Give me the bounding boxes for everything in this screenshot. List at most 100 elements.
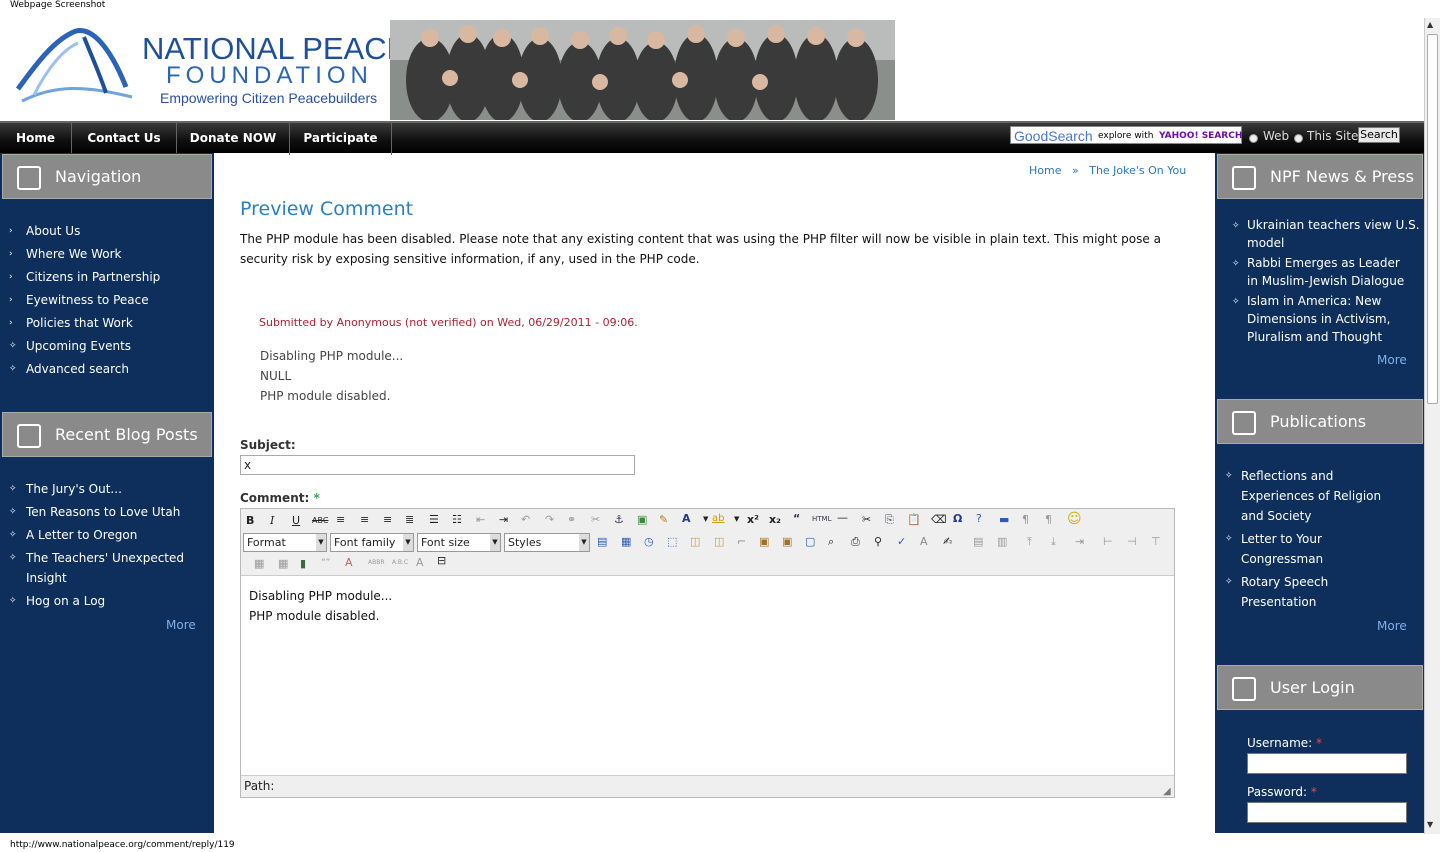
delete-row-icon[interactable]: ⇥ <box>1075 535 1084 548</box>
col-before-icon[interactable]: ⊢ <box>1103 535 1113 548</box>
nav-participate[interactable]: Participate <box>290 123 392 155</box>
undo-icon[interactable]: ↶ <box>521 513 530 526</box>
subscript-icon[interactable]: x₂ <box>769 513 781 526</box>
align-right-icon[interactable]: ≡ <box>383 513 392 526</box>
select-all-text-icon[interactable]: ▢ <box>805 535 815 548</box>
chevron-down-icon[interactable]: ▼ <box>734 515 739 523</box>
image-icon[interactable]: ▣ <box>637 513 647 526</box>
underline-icon[interactable]: U <box>292 514 300 527</box>
time-icon[interactable]: ◷ <box>644 535 654 548</box>
paste-text-icon[interactable]: ▣ <box>759 535 769 548</box>
nav-link-where-we-work[interactable]: Where We Work <box>26 244 121 264</box>
news-link[interactable]: Rabbi Emerges as Leader in Muslim-Jewish … <box>1247 254 1404 290</box>
bold-icon[interactable]: B <box>246 514 254 527</box>
table-props-icon[interactable]: ▥ <box>997 535 1007 548</box>
nav-donate-now[interactable]: Donate NOW <box>177 123 290 155</box>
breadcrumb-current[interactable]: The Joke's On You <box>1089 164 1186 177</box>
paste-icon[interactable]: 📋 <box>907 513 921 526</box>
row-after-icon[interactable]: ⤓ <box>1051 535 1056 549</box>
layer-icon[interactable]: ◫ <box>690 535 700 548</box>
cleanup-icon[interactable]: ✎ <box>659 513 668 526</box>
nav-home[interactable]: Home <box>0 123 72 155</box>
nav-link-eyewitness[interactable]: Eyewitness to Peace <box>26 290 149 310</box>
horizontal-rule-icon[interactable]: — <box>837 511 848 524</box>
find-icon[interactable]: ⌕ <box>828 535 834 549</box>
news-link[interactable]: Ukrainian teachers view U.S. model <box>1247 216 1420 252</box>
special-char-icon[interactable]: Ω <box>953 512 962 525</box>
search-replace-icon[interactable]: ⚲ <box>874 535 882 548</box>
spellcheck-icon[interactable]: ✓ <box>897 535 906 548</box>
delete-col-icon[interactable]: ⊤ <box>1151 535 1161 548</box>
password-field[interactable] <box>1247 802 1407 823</box>
html-source-icon[interactable]: HTML <box>812 515 831 523</box>
remove-color-icon[interactable]: A <box>345 556 353 569</box>
anchor-icon[interactable]: ⚓ <box>614 513 624 526</box>
nav-link-citizens[interactable]: Citizens in Partnership <box>26 267 160 287</box>
paste-word-icon[interactable]: ▣ <box>782 535 792 548</box>
insert-layer-icon[interactable]: ▤ <box>597 535 607 548</box>
styles-select[interactable]: Styles ▼ <box>504 533 590 552</box>
blog-more-link[interactable]: More <box>166 618 196 632</box>
search-web-radio[interactable] <box>1249 134 1258 143</box>
blog-link[interactable]: The Teachers' Unexpected <box>26 548 184 568</box>
ltr-icon[interactable]: ¶ <box>1022 513 1029 526</box>
link-icon[interactable]: ⚭ <box>567 513 576 526</box>
align-left-icon[interactable]: ≡ <box>336 513 345 526</box>
nav-link-upcoming-events[interactable]: Upcoming Events <box>26 336 131 356</box>
copy-icon[interactable]: ⎘ <box>885 513 894 527</box>
page-break-insert-icon[interactable]: ⊟ <box>437 554 446 567</box>
format-select[interactable]: Format ▼ <box>243 533 327 552</box>
highlight-color-icon[interactable]: ab <box>712 513 724 524</box>
publication-link[interactable]: Rotary Speech Presentation <box>1241 572 1328 612</box>
attributes-icon[interactable]: A <box>416 556 424 569</box>
numbered-list-icon[interactable]: ☷ <box>452 513 462 526</box>
blog-link[interactable]: The Jury's Out... <box>26 479 122 499</box>
editor-body[interactable]: Disabling PHP module... PHP module disab… <box>249 586 392 626</box>
eraser-icon[interactable]: ⌫ <box>931 513 947 526</box>
acronym-icon[interactable]: A.B.C <box>392 559 408 566</box>
blog-link[interactable]: A Letter to Oregon <box>26 525 137 545</box>
logo-icon[interactable] <box>14 27 134 107</box>
align-center-icon[interactable]: ≡ <box>360 513 369 526</box>
help-icon[interactable]: ? <box>976 512 982 525</box>
search-button[interactable]: Search <box>1358 127 1400 143</box>
align-justify-icon[interactable]: ≣ <box>405 513 414 526</box>
layer-back-icon[interactable]: ◫ <box>714 535 724 548</box>
nav-link-policies[interactable]: Policies that Work <box>26 313 133 333</box>
rtl-icon[interactable]: ¶ <box>1045 513 1052 526</box>
nav-link-advanced-search[interactable]: Advanced search <box>26 359 129 379</box>
text-color-icon[interactable]: A <box>682 512 691 525</box>
resize-handle-icon[interactable]: ◢ <box>1163 786 1171 797</box>
search-site-radio[interactable] <box>1294 134 1303 143</box>
breadcrumb-home[interactable]: Home <box>1029 164 1061 177</box>
publications-more-link[interactable]: More <box>1377 619 1407 633</box>
italic-icon[interactable]: I <box>270 514 274 527</box>
emoticon-icon[interactable]: ☺ <box>1067 511 1082 527</box>
table-icon[interactable]: ▤ <box>973 535 983 548</box>
news-more-link[interactable]: More <box>1377 353 1407 367</box>
blockquote-icon[interactable]: “ <box>793 512 800 525</box>
strikethrough-icon[interactable]: ABC <box>312 516 328 525</box>
cut-icon[interactable]: ✂ <box>862 513 871 526</box>
col-after-icon[interactable]: ⊣ <box>1127 535 1137 548</box>
bullet-list-icon[interactable]: ☰ <box>429 513 439 526</box>
media-icon[interactable]: ▮ <box>300 557 306 570</box>
news-link[interactable]: Islam in America: New Dimensions in Activ… <box>1247 292 1390 346</box>
nav-link-about-us[interactable]: About Us <box>26 221 80 241</box>
blog-link-continued[interactable]: Insight <box>26 568 67 588</box>
superscript-icon[interactable]: x² <box>747 513 759 526</box>
publication-link[interactable]: Letter to Your Congressman <box>1241 529 1323 569</box>
nav-contact-us[interactable]: Contact Us <box>72 123 177 155</box>
subject-field[interactable]: x <box>240 455 635 475</box>
publication-link[interactable]: Reflections and Experiences of Religion an… <box>1241 466 1381 526</box>
scroll-up-icon[interactable]: ▲ <box>1427 20 1433 29</box>
remove-format-icon[interactable]: A <box>920 535 928 548</box>
print-icon[interactable]: ⎙ <box>851 535 860 549</box>
scroll-down-icon[interactable]: ▼ <box>1427 820 1433 829</box>
outdent-icon[interactable]: ⇤ <box>476 513 485 526</box>
page-break-icon[interactable]: ▬ <box>999 513 1009 526</box>
username-field[interactable] <box>1247 753 1407 774</box>
chevron-down-icon[interactable]: ▼ <box>703 515 708 523</box>
indent-icon[interactable]: ⇥ <box>499 513 508 526</box>
font-size-select[interactable]: Font size ▼ <box>417 533 501 552</box>
